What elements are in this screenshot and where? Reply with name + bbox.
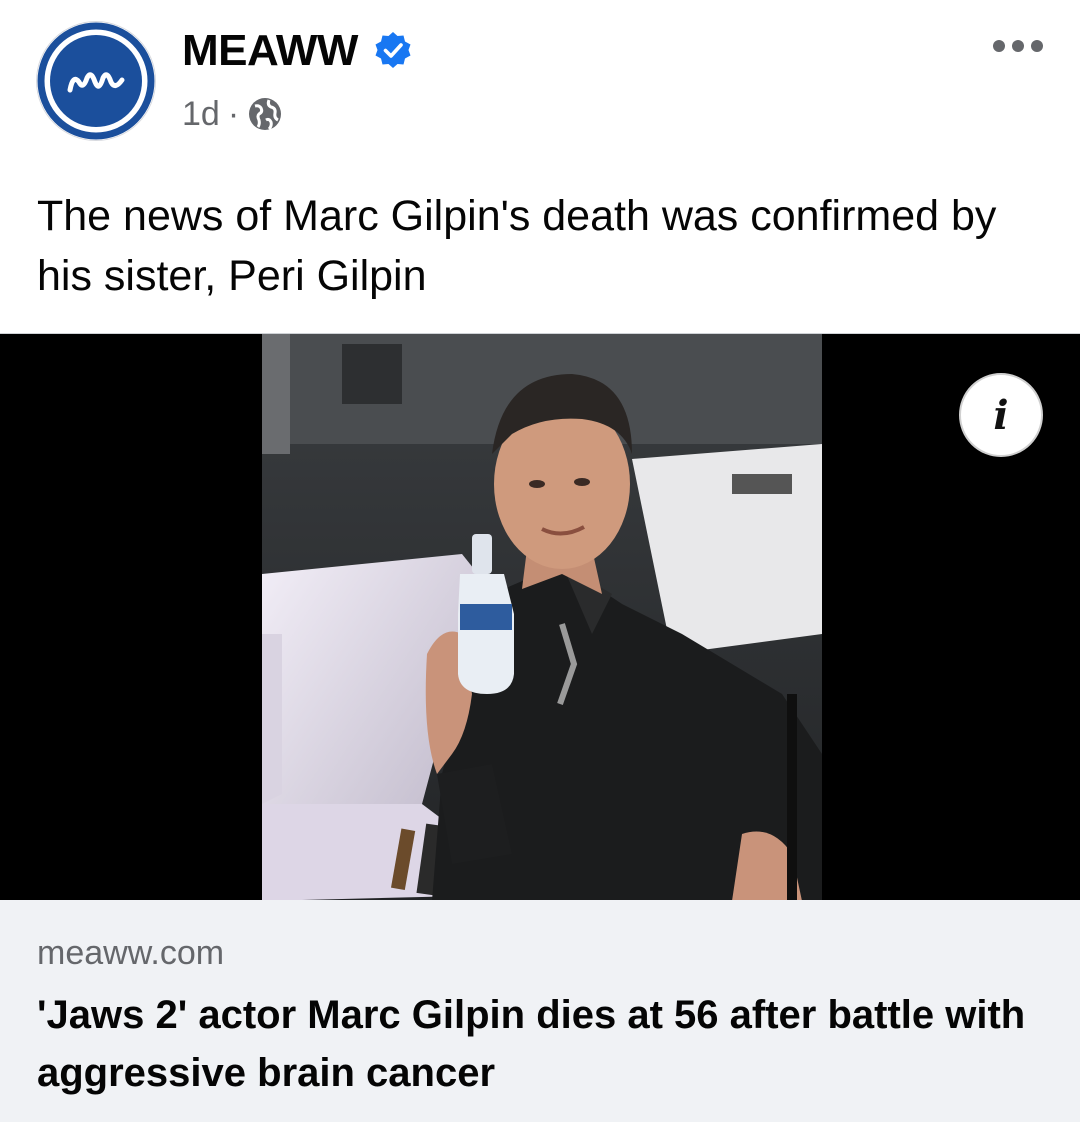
more-options-icon[interactable] <box>990 34 1046 58</box>
post-text: The news of Marc Gilpin's death was conf… <box>37 192 997 300</box>
article-photo <box>262 334 822 901</box>
link-title[interactable]: 'Jaws 2' actor Marc Gilpin dies at 56 af… <box>37 986 1037 1102</box>
page-name[interactable]: MEAWW <box>182 26 358 76</box>
globe-icon <box>249 98 282 131</box>
meta-separator: · <box>227 94 240 133</box>
post-timestamp[interactable]: 1d <box>182 95 220 134</box>
link-domain: meaww.com <box>37 934 225 972</box>
post-meta: 1d · <box>182 92 283 136</box>
page-avatar[interactable] <box>37 22 155 140</box>
post-media[interactable]: i <box>0 333 1080 901</box>
post-header: MEAWW 1d · <box>0 0 1080 160</box>
info-icon[interactable]: i <box>959 373 1043 457</box>
meaww-logo-icon <box>37 22 155 140</box>
verified-badge-icon <box>375 32 411 68</box>
